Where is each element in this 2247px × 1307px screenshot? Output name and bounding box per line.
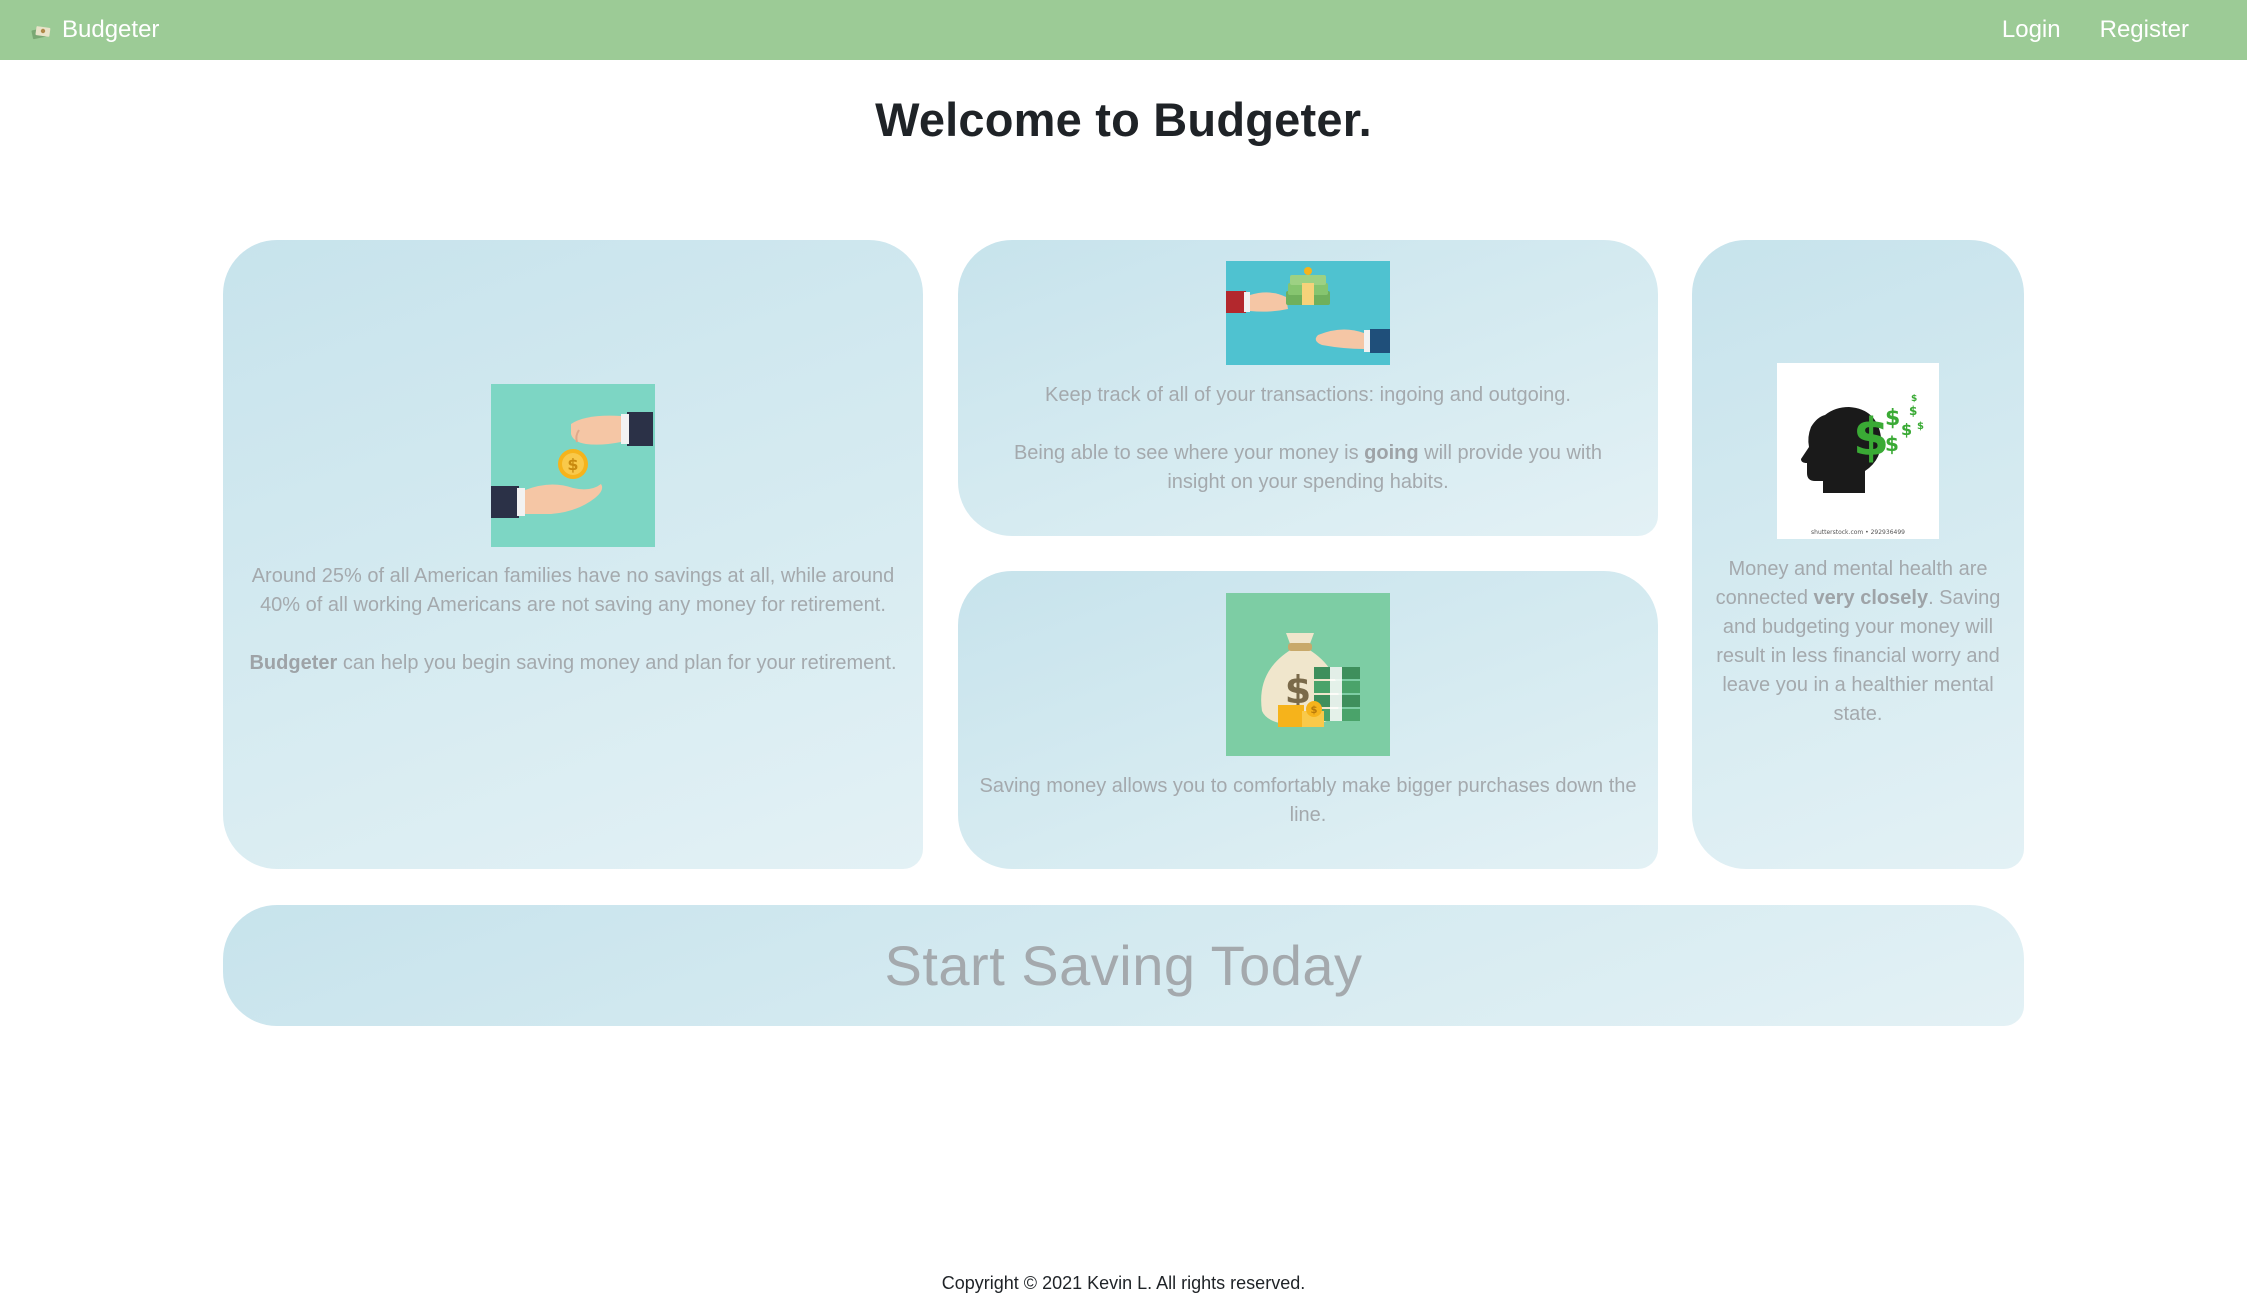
svg-text:$: $ (1853, 408, 1889, 468)
svg-text:$: $ (567, 455, 578, 474)
brand-link[interactable]: Budgeter (30, 16, 159, 44)
card-mid-top-strong: going (1364, 442, 1419, 464)
head-with-dollar-signs-icon: $ $ $ $ $ $ $ shutterstock.com • 2929364… (1777, 363, 1939, 539)
card-retirement-savings: $ Around 25% of all American families ha… (223, 240, 923, 869)
card-mid-bottom-paragraph-1: Saving money allows you to comfortably m… (979, 775, 1637, 826)
card-left-paragraph-2-rest: can help you begin saving money and plan… (337, 652, 897, 674)
card-right-strong: very closely (1813, 587, 1929, 609)
card-mid-top-text: Keep track of all of your transactions: … (958, 381, 1658, 497)
card-mid-top-text-before: Being able to see where your money is (1013, 442, 1365, 464)
card-left-paragraph-1: Around 25% of all American families have… (251, 565, 895, 616)
nav-links: Login Register (2002, 16, 2189, 44)
login-link[interactable]: Login (2002, 16, 2061, 44)
card-left-strong: Budgeter (249, 652, 338, 674)
card-left-paragraph-2: Budgeter can help you begin saving money… (243, 649, 903, 678)
hands-passing-cash-icon (1226, 261, 1390, 365)
card-mental-health: $ $ $ $ $ $ $ shutterstock.com • 2929364… (1692, 240, 2024, 869)
svg-text:$: $ (1885, 406, 1900, 431)
image-watermark: shutterstock.com • 292936499 (1811, 529, 1905, 536)
card-saving-purchases: $ $ Saving money allows you to comfortab… (958, 571, 1658, 869)
svg-text:$: $ (1901, 420, 1912, 439)
money-bag-and-cash-icon: $ $ (1226, 593, 1390, 756)
money-bag-icon (30, 20, 54, 40)
card-right-text: Money and mental health are connected ve… (1692, 555, 2024, 729)
register-link[interactable]: Register (2100, 16, 2189, 44)
card-mid-top-paragraph-1: Keep track of all of your transactions: … (1045, 384, 1571, 406)
card-track-transactions: Keep track of all of your transactions: … (958, 240, 1658, 536)
start-saving-button[interactable]: Start Saving Today (223, 905, 2024, 1026)
card-left-text: Around 25% of all American families have… (223, 562, 923, 678)
page-title: Welcome to Budgeter. (875, 93, 1372, 146)
brand-name: Budgeter (62, 16, 160, 43)
svg-text:$: $ (1311, 705, 1318, 716)
svg-text:$: $ (1911, 394, 1917, 404)
card-mid-top-paragraph-2: Being able to see where your money is go… (998, 439, 1618, 497)
hand-giving-coin-icon: $ (491, 384, 655, 547)
svg-text:$: $ (1917, 421, 1924, 432)
svg-text:$: $ (1909, 404, 1917, 418)
svg-text:$: $ (1885, 432, 1899, 456)
card-mid-bottom-text: Saving money allows you to comfortably m… (958, 772, 1658, 830)
start-saving-label: Start Saving Today (884, 933, 1363, 997)
navbar: Budgeter Login Register (0, 0, 2247, 60)
footer-copyright: Copyright © 2021 Kevin L. All rights res… (941, 1273, 1306, 1293)
card-right-paragraph-1: Money and mental health are connected ve… (1714, 555, 2002, 729)
